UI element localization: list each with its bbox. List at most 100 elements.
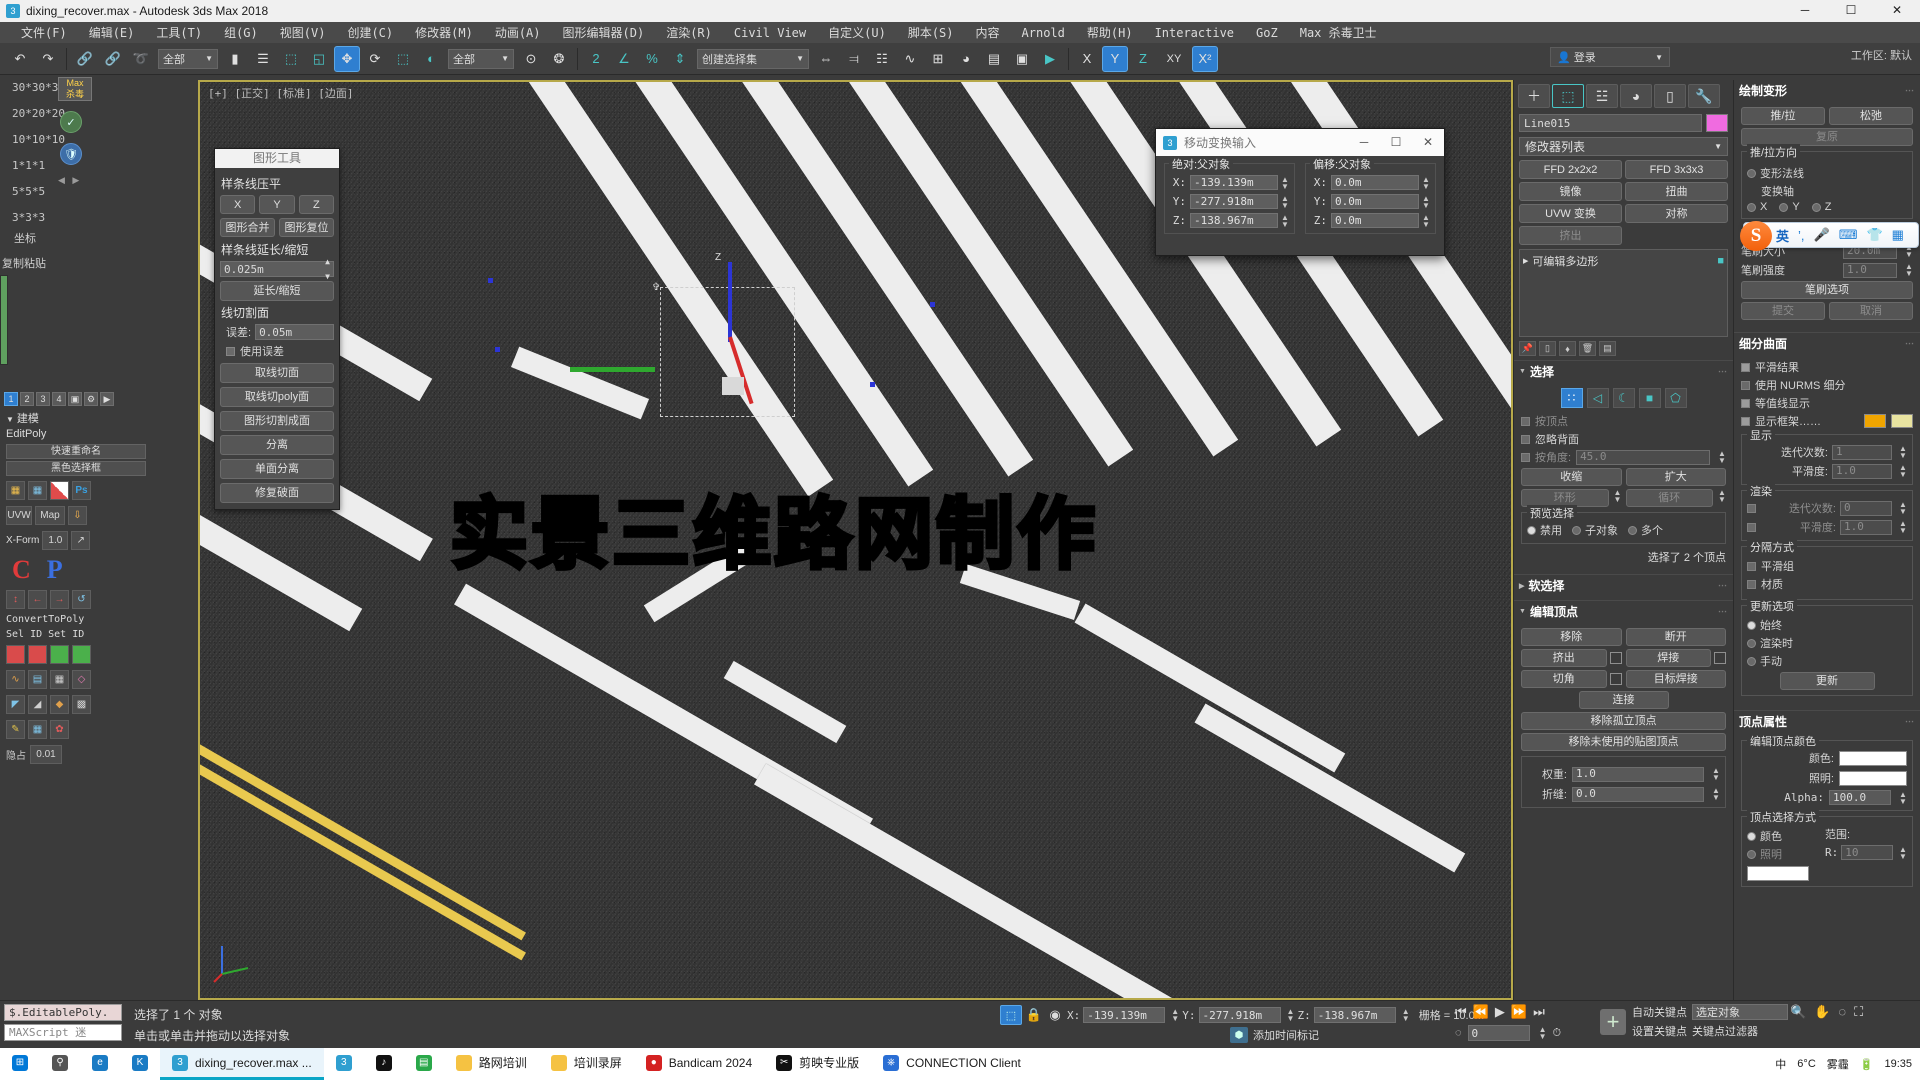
shape-row-2[interactable]: ∿ ▤ ▦ ◇ xyxy=(0,667,152,692)
brush-strength-value[interactable]: 1.0 xyxy=(1843,262,1897,278)
menu-item-18[interactable]: Max 杀毒卫士 xyxy=(1289,22,1388,43)
menu-item-3[interactable]: 组(G) xyxy=(213,22,269,43)
pushpull-relax-row[interactable]: 推/拉 松弛 xyxy=(1741,107,1913,125)
smoothing-groups-checkbox[interactable]: 平滑组 xyxy=(1747,558,1907,574)
spinner-icon[interactable]: ▲▼ xyxy=(1281,194,1289,209)
axis-y-radio[interactable]: Y xyxy=(1779,201,1800,213)
configure-modifier-sets-icon[interactable]: ▤ xyxy=(1599,341,1616,356)
update-render-radio[interactable]: 渲染时 xyxy=(1747,635,1907,651)
mirror-modifier-button[interactable]: 镜像 xyxy=(1519,182,1622,201)
edge-button[interactable]: e xyxy=(80,1048,120,1080)
dialog-close-button[interactable]: ✕ xyxy=(1412,129,1444,156)
remove-modifier-icon[interactable]: 🗑 xyxy=(1579,341,1596,356)
brush-options-button[interactable]: 笔刷选项 xyxy=(1741,281,1913,299)
commit-cancel-row[interactable]: 提交 取消 xyxy=(1741,302,1913,320)
menu-bar[interactable]: 文件(F) 编辑(E) 工具(T) 组(G) 视图(V) 创建(C) 修改器(M) 动画(A)… xyxy=(0,22,1920,43)
menu-item-1[interactable]: 编辑(E) xyxy=(78,22,146,43)
vertex-handle[interactable] xyxy=(930,302,935,307)
workspace-selector[interactable]: 工作区: 默认 xyxy=(1851,47,1912,63)
green-box-icon[interactable] xyxy=(50,645,69,664)
shrink-button[interactable]: 收缩 xyxy=(1521,468,1622,486)
paint-tool-icon[interactable]: ✎ xyxy=(6,720,25,739)
spinner-icon[interactable]: ▲▼ xyxy=(1899,790,1907,805)
render-iterations-value[interactable]: 0 xyxy=(1840,500,1892,516)
taskbar-item-folder1[interactable]: 路网培训 xyxy=(444,1048,539,1080)
spinner-icon[interactable]: ▲▼ xyxy=(1281,175,1289,190)
key-mode-icon[interactable]: ◌ xyxy=(1455,1027,1462,1039)
mesh-tool-icon[interactable]: ▩ xyxy=(72,695,91,714)
sogou-logo-icon[interactable]: S xyxy=(1740,221,1772,251)
menu-item-8[interactable]: 图形编辑器(D) xyxy=(552,22,656,43)
display-smoothness-value[interactable]: 1.0 xyxy=(1832,463,1892,479)
vertex-handle[interactable] xyxy=(488,278,493,283)
axis-z-radio[interactable]: Z xyxy=(1811,201,1831,213)
arrow-updown-icon[interactable]: ↕ xyxy=(6,590,25,609)
remove-break-row[interactable]: 移除 断开 xyxy=(1521,628,1726,646)
element-sub-object-icon[interactable]: ⬠ xyxy=(1664,388,1687,408)
brush-tool-icon[interactable]: ✿ xyxy=(50,720,69,739)
take-line-poly-button[interactable]: 取线切poly面 xyxy=(220,387,334,407)
motion-tab[interactable]: ◕ xyxy=(1620,84,1652,108)
quick-rename-button[interactable]: 快速重命名 xyxy=(6,444,146,459)
selected-object-combo[interactable]: 选定对象 xyxy=(1692,1004,1788,1020)
relax-button[interactable]: 松弛 xyxy=(1829,107,1913,125)
modifier-list-dropdown[interactable]: 修改器列表 ▼ xyxy=(1519,137,1728,156)
create-tab[interactable]: ＋ xyxy=(1518,84,1550,108)
red-box-icon[interactable] xyxy=(6,645,25,664)
move-gizmo-x-axis[interactable] xyxy=(570,367,655,372)
vertex-handle[interactable] xyxy=(870,382,875,387)
menu-item-13[interactable]: 内容 xyxy=(965,22,1011,43)
detach-button[interactable]: 分离 xyxy=(220,435,334,455)
maximize-button[interactable]: ☐ xyxy=(1828,0,1874,22)
uvw-button[interactable]: UVW xyxy=(6,506,32,525)
taskbar-item-folder2[interactable]: 培训录屏 xyxy=(539,1048,634,1080)
ime-skin-icon[interactable]: 👕 xyxy=(1866,227,1882,243)
vertex-properties-header[interactable]: 顶点属性 ⋯ xyxy=(1734,710,1920,732)
spinner-icon[interactable]: ▲▼ xyxy=(1422,194,1430,209)
menu-item-0[interactable]: 文件(F) xyxy=(10,22,78,43)
menu-item-2[interactable]: 工具(T) xyxy=(145,22,213,43)
object-color-swatch[interactable] xyxy=(1706,114,1728,132)
tolerance-value[interactable]: 0.05m xyxy=(255,324,334,340)
curve-tool-icon[interactable]: ∿ xyxy=(6,670,25,689)
time-tag-icon[interactable]: ⬢ xyxy=(1230,1027,1248,1043)
auto-key-button[interactable]: 自动关键点 xyxy=(1632,1004,1687,1020)
modeling-tab-3[interactable]: 3 xyxy=(36,392,50,406)
shape-row-1[interactable] xyxy=(0,642,152,667)
spinner-icon[interactable]: ▲▼ xyxy=(1899,501,1907,516)
search-button[interactable]: ⚲ xyxy=(40,1048,80,1080)
spinner-icon[interactable]: ▲▼ xyxy=(1422,213,1430,228)
ignore-backfacing-checkbox[interactable]: 忽略背面 xyxy=(1521,431,1726,447)
map-button[interactable]: Map xyxy=(35,506,65,525)
off-y-input[interactable]: 0.0m xyxy=(1331,194,1419,209)
remove-isolated-vertices-button[interactable]: 移除孤立顶点 xyxy=(1521,712,1726,730)
ime-keyboard-icon[interactable]: ⌨ xyxy=(1839,227,1858,243)
frame-field-row[interactable]: ◌ 0 ▲ ▼ ⏱ xyxy=(1455,1025,1561,1041)
preview-subobject-radio[interactable]: 子对象 xyxy=(1572,522,1618,538)
loop-button[interactable]: 循环 xyxy=(1625,489,1713,507)
axis-button-row[interactable]: X Y Z xyxy=(220,195,334,214)
tray-battery-icon[interactable]: 🔋 xyxy=(1860,1058,1874,1071)
go-to-end-icon[interactable]: ⏭ xyxy=(1533,1004,1545,1020)
modeling-icon-a[interactable]: ▣ xyxy=(68,392,82,406)
weld-button[interactable]: 焊接 xyxy=(1625,649,1711,667)
kingsoft-button[interactable]: K xyxy=(120,1048,160,1080)
command-panel-tabs[interactable]: ＋ ⬚ ☳ ◕ ▯ 🔧 xyxy=(1514,80,1733,112)
redo-button[interactable]: ↷ xyxy=(35,46,61,72)
menu-item-4[interactable]: 视图(V) xyxy=(269,22,337,43)
max-antivirus-badge[interactable]: Max 杀毒 xyxy=(58,77,92,101)
move-transform-input-dialog[interactable]: 3 移动变换输入 ─ ☐ ✕ 绝对:父对象 X: -139.139m ▲ ▼ Y:… xyxy=(1155,128,1445,256)
taskbar-item-bandicam[interactable]: ● Bandicam 2024 xyxy=(634,1048,764,1080)
rendered-frame-window-icon[interactable]: ▣ xyxy=(1009,46,1035,72)
isolate-selection-icon[interactable]: ◉ xyxy=(1046,1007,1064,1023)
reference-coordinate-system-combo[interactable]: 全部 ▼ xyxy=(448,48,514,69)
dialog-minimize-button[interactable]: ─ xyxy=(1348,129,1380,156)
materials-checkbox[interactable]: 材质 xyxy=(1747,576,1907,592)
select-by-illum-radio[interactable]: 照明 xyxy=(1747,846,1819,862)
material-editor-icon[interactable]: ◕ xyxy=(953,46,979,72)
taskbar-item-jianying[interactable]: ✂ 剪映专业版 xyxy=(764,1048,871,1080)
select-and-link-icon[interactable]: 🔗 xyxy=(72,46,98,72)
spinner-icon[interactable]: ▲▼ xyxy=(1905,263,1913,278)
update-always-radio[interactable]: 始终 xyxy=(1747,617,1907,633)
spinner-icon[interactable]: ▲▼ xyxy=(325,254,330,284)
